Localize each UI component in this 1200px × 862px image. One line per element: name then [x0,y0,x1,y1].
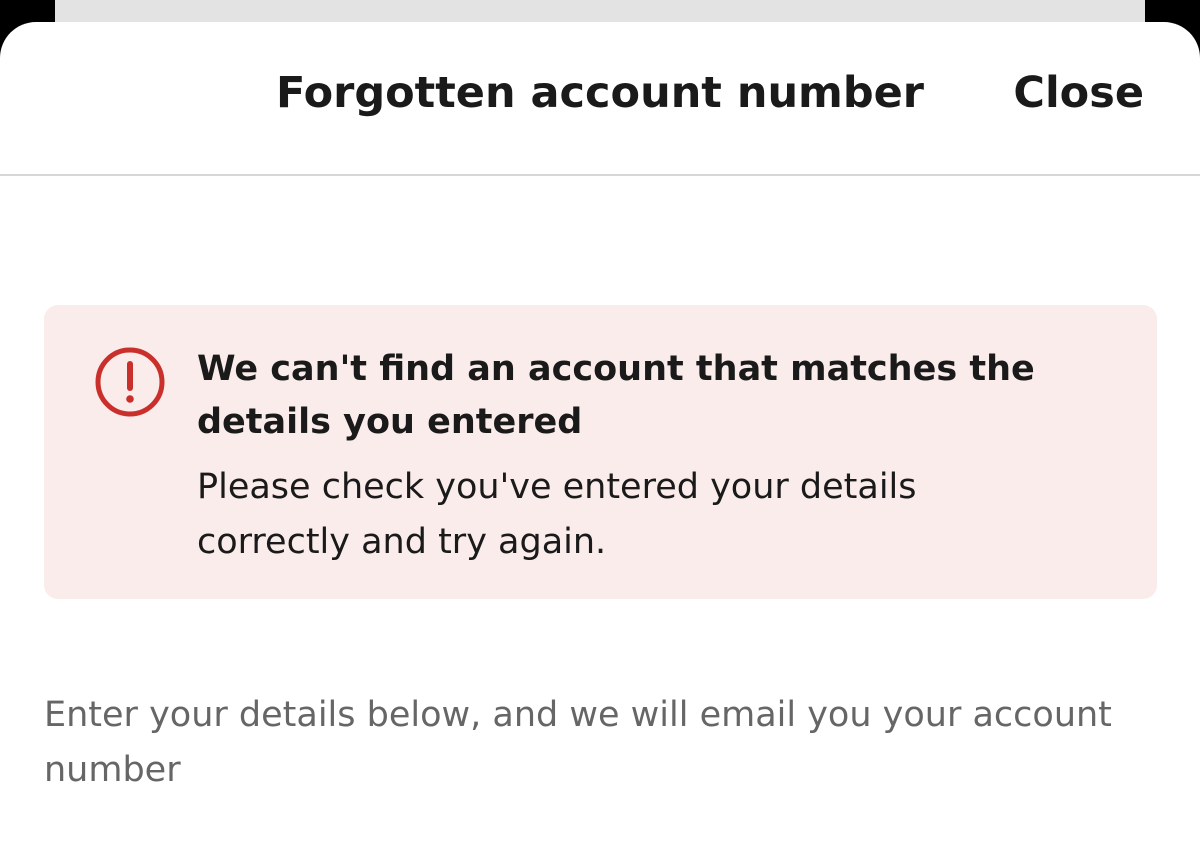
exclamation-circle-icon [95,347,165,417]
close-button[interactable]: Close [1013,68,1144,118]
modal-sheet: Forgotten account number Close We can't … [0,22,1200,862]
alert-message: Please check you've entered your details… [197,467,917,562]
modal-header: Forgotten account number Close [0,22,1200,176]
error-alert: We can't find an account that matches th… [44,305,1157,599]
alert-title: We can't find an account that matches th… [197,349,1035,442]
instructions-text: Enter your details below, and we will em… [44,695,1112,790]
page-title: Forgotten account number [275,68,925,118]
